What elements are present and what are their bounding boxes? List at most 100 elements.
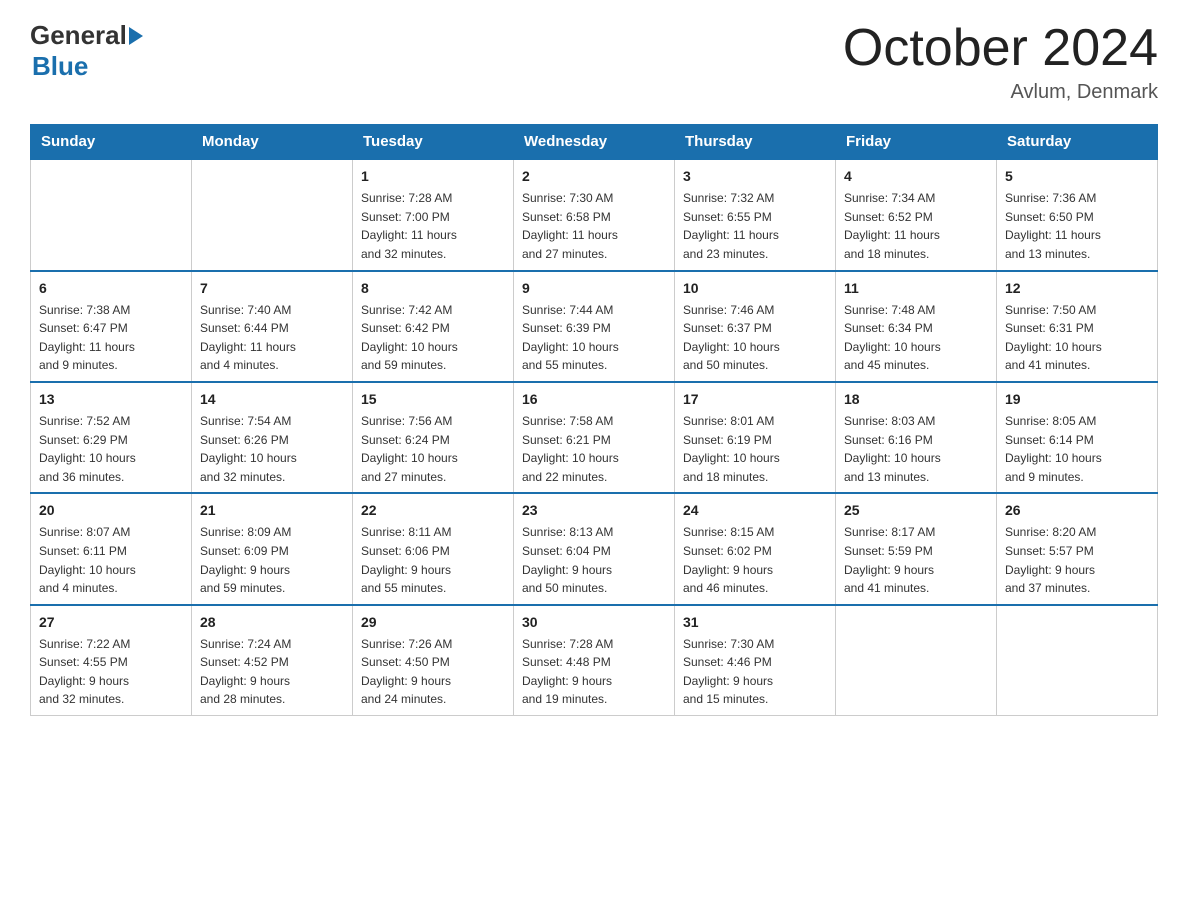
day-number: 16 — [522, 389, 666, 410]
day-info: Sunrise: 7:40 AMSunset: 6:44 PMDaylight:… — [200, 301, 344, 375]
day-info: Sunrise: 7:46 AMSunset: 6:37 PMDaylight:… — [683, 301, 827, 375]
day-number: 1 — [361, 166, 505, 187]
day-number: 27 — [39, 612, 183, 633]
day-number: 3 — [683, 166, 827, 187]
day-info: Sunrise: 8:11 AMSunset: 6:06 PMDaylight:… — [361, 523, 505, 597]
calendar-cell: 5Sunrise: 7:36 AMSunset: 6:50 PMDaylight… — [997, 159, 1158, 270]
day-info: Sunrise: 7:32 AMSunset: 6:55 PMDaylight:… — [683, 189, 827, 263]
calendar-week-5: 27Sunrise: 7:22 AMSunset: 4:55 PMDayligh… — [31, 605, 1158, 716]
day-info: Sunrise: 7:44 AMSunset: 6:39 PMDaylight:… — [522, 301, 666, 375]
calendar-cell: 11Sunrise: 7:48 AMSunset: 6:34 PMDayligh… — [836, 271, 997, 382]
calendar-header-wednesday: Wednesday — [514, 125, 675, 160]
day-info: Sunrise: 7:54 AMSunset: 6:26 PMDaylight:… — [200, 412, 344, 486]
day-number: 18 — [844, 389, 988, 410]
day-number: 8 — [361, 278, 505, 299]
calendar-cell: 6Sunrise: 7:38 AMSunset: 6:47 PMDaylight… — [31, 271, 192, 382]
calendar-cell: 27Sunrise: 7:22 AMSunset: 4:55 PMDayligh… — [31, 605, 192, 716]
day-info: Sunrise: 8:07 AMSunset: 6:11 PMDaylight:… — [39, 523, 183, 597]
page-header: General Blue October 2024 Avlum, Denmark — [30, 20, 1158, 104]
calendar-cell: 16Sunrise: 7:58 AMSunset: 6:21 PMDayligh… — [514, 382, 675, 493]
day-number: 20 — [39, 500, 183, 521]
day-number: 6 — [39, 278, 183, 299]
calendar-header-thursday: Thursday — [675, 125, 836, 160]
calendar-cell: 14Sunrise: 7:54 AMSunset: 6:26 PMDayligh… — [192, 382, 353, 493]
calendar-cell: 9Sunrise: 7:44 AMSunset: 6:39 PMDaylight… — [514, 271, 675, 382]
calendar-table: SundayMondayTuesdayWednesdayThursdayFrid… — [30, 124, 1158, 716]
calendar-cell: 21Sunrise: 8:09 AMSunset: 6:09 PMDayligh… — [192, 493, 353, 604]
calendar-cell: 13Sunrise: 7:52 AMSunset: 6:29 PMDayligh… — [31, 382, 192, 493]
calendar-cell — [997, 605, 1158, 716]
day-info: Sunrise: 7:26 AMSunset: 4:50 PMDaylight:… — [361, 635, 505, 709]
day-info: Sunrise: 7:56 AMSunset: 6:24 PMDaylight:… — [361, 412, 505, 486]
calendar-cell: 29Sunrise: 7:26 AMSunset: 4:50 PMDayligh… — [353, 605, 514, 716]
day-info: Sunrise: 7:24 AMSunset: 4:52 PMDaylight:… — [200, 635, 344, 709]
calendar-cell: 31Sunrise: 7:30 AMSunset: 4:46 PMDayligh… — [675, 605, 836, 716]
day-info: Sunrise: 8:17 AMSunset: 5:59 PMDaylight:… — [844, 523, 988, 597]
calendar-cell: 28Sunrise: 7:24 AMSunset: 4:52 PMDayligh… — [192, 605, 353, 716]
day-info: Sunrise: 7:30 AMSunset: 6:58 PMDaylight:… — [522, 189, 666, 263]
calendar-cell: 23Sunrise: 8:13 AMSunset: 6:04 PMDayligh… — [514, 493, 675, 604]
day-number: 11 — [844, 278, 988, 299]
day-info: Sunrise: 7:28 AMSunset: 4:48 PMDaylight:… — [522, 635, 666, 709]
day-number: 4 — [844, 166, 988, 187]
calendar-header-monday: Monday — [192, 125, 353, 160]
day-info: Sunrise: 8:03 AMSunset: 6:16 PMDaylight:… — [844, 412, 988, 486]
day-info: Sunrise: 7:48 AMSunset: 6:34 PMDaylight:… — [844, 301, 988, 375]
day-info: Sunrise: 7:58 AMSunset: 6:21 PMDaylight:… — [522, 412, 666, 486]
day-info: Sunrise: 7:42 AMSunset: 6:42 PMDaylight:… — [361, 301, 505, 375]
location-label: Avlum, Denmark — [843, 81, 1158, 104]
calendar-cell: 12Sunrise: 7:50 AMSunset: 6:31 PMDayligh… — [997, 271, 1158, 382]
month-title: October 2024 — [843, 20, 1158, 77]
calendar-header-sunday: Sunday — [31, 125, 192, 160]
day-number: 30 — [522, 612, 666, 633]
title-area: October 2024 Avlum, Denmark — [843, 20, 1158, 104]
day-number: 23 — [522, 500, 666, 521]
calendar-header-row: SundayMondayTuesdayWednesdayThursdayFrid… — [31, 125, 1158, 160]
calendar-week-1: 1Sunrise: 7:28 AMSunset: 7:00 PMDaylight… — [31, 159, 1158, 270]
day-number: 2 — [522, 166, 666, 187]
day-number: 9 — [522, 278, 666, 299]
calendar-cell: 19Sunrise: 8:05 AMSunset: 6:14 PMDayligh… — [997, 382, 1158, 493]
calendar-week-3: 13Sunrise: 7:52 AMSunset: 6:29 PMDayligh… — [31, 382, 1158, 493]
calendar-cell: 24Sunrise: 8:15 AMSunset: 6:02 PMDayligh… — [675, 493, 836, 604]
logo-general-text: General — [30, 20, 127, 51]
logo: General Blue — [30, 20, 143, 82]
calendar-header-friday: Friday — [836, 125, 997, 160]
calendar-cell: 2Sunrise: 7:30 AMSunset: 6:58 PMDaylight… — [514, 159, 675, 270]
day-number: 10 — [683, 278, 827, 299]
day-number: 15 — [361, 389, 505, 410]
day-info: Sunrise: 8:13 AMSunset: 6:04 PMDaylight:… — [522, 523, 666, 597]
day-number: 31 — [683, 612, 827, 633]
calendar-cell: 22Sunrise: 8:11 AMSunset: 6:06 PMDayligh… — [353, 493, 514, 604]
day-info: Sunrise: 7:22 AMSunset: 4:55 PMDaylight:… — [39, 635, 183, 709]
calendar-cell: 26Sunrise: 8:20 AMSunset: 5:57 PMDayligh… — [997, 493, 1158, 604]
calendar-cell: 18Sunrise: 8:03 AMSunset: 6:16 PMDayligh… — [836, 382, 997, 493]
day-info: Sunrise: 7:38 AMSunset: 6:47 PMDaylight:… — [39, 301, 183, 375]
calendar-cell: 17Sunrise: 8:01 AMSunset: 6:19 PMDayligh… — [675, 382, 836, 493]
day-number: 17 — [683, 389, 827, 410]
day-info: Sunrise: 8:15 AMSunset: 6:02 PMDaylight:… — [683, 523, 827, 597]
calendar-cell — [192, 159, 353, 270]
calendar-cell: 15Sunrise: 7:56 AMSunset: 6:24 PMDayligh… — [353, 382, 514, 493]
day-info: Sunrise: 7:52 AMSunset: 6:29 PMDaylight:… — [39, 412, 183, 486]
day-info: Sunrise: 7:50 AMSunset: 6:31 PMDaylight:… — [1005, 301, 1149, 375]
day-info: Sunrise: 7:28 AMSunset: 7:00 PMDaylight:… — [361, 189, 505, 263]
day-info: Sunrise: 7:36 AMSunset: 6:50 PMDaylight:… — [1005, 189, 1149, 263]
calendar-cell: 25Sunrise: 8:17 AMSunset: 5:59 PMDayligh… — [836, 493, 997, 604]
calendar-week-2: 6Sunrise: 7:38 AMSunset: 6:47 PMDaylight… — [31, 271, 1158, 382]
calendar-week-4: 20Sunrise: 8:07 AMSunset: 6:11 PMDayligh… — [31, 493, 1158, 604]
day-number: 19 — [1005, 389, 1149, 410]
day-number: 28 — [200, 612, 344, 633]
calendar-cell: 30Sunrise: 7:28 AMSunset: 4:48 PMDayligh… — [514, 605, 675, 716]
logo-blue-text: Blue — [32, 51, 88, 82]
day-info: Sunrise: 7:34 AMSunset: 6:52 PMDaylight:… — [844, 189, 988, 263]
calendar-cell — [31, 159, 192, 270]
day-number: 25 — [844, 500, 988, 521]
calendar-cell: 10Sunrise: 7:46 AMSunset: 6:37 PMDayligh… — [675, 271, 836, 382]
calendar-cell: 7Sunrise: 7:40 AMSunset: 6:44 PMDaylight… — [192, 271, 353, 382]
logo-arrow-icon — [129, 27, 143, 45]
day-number: 21 — [200, 500, 344, 521]
calendar-cell: 3Sunrise: 7:32 AMSunset: 6:55 PMDaylight… — [675, 159, 836, 270]
day-info: Sunrise: 8:05 AMSunset: 6:14 PMDaylight:… — [1005, 412, 1149, 486]
calendar-cell: 8Sunrise: 7:42 AMSunset: 6:42 PMDaylight… — [353, 271, 514, 382]
